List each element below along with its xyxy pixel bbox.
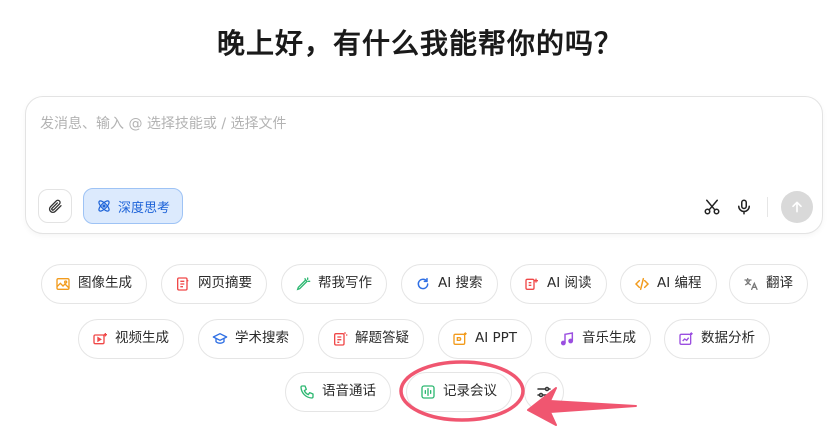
chip-label: 图像生成 (78, 275, 132, 292)
chip-ai-ppt[interactable]: AI PPT (438, 319, 533, 359)
code-icon (634, 277, 650, 291)
chip-problem-solving[interactable]: 解题答疑 (318, 319, 424, 359)
chip-academic-search[interactable]: 学术搜索 (198, 319, 304, 359)
arrow-up-icon (792, 201, 802, 213)
chip-label: 数据分析 (701, 330, 755, 347)
chip-video-generation[interactable]: 视频生成 (78, 319, 184, 359)
message-input[interactable] (38, 111, 802, 155)
chip-label: 翻译 (766, 275, 793, 292)
chart-doc-icon (679, 332, 693, 345)
send-button[interactable] (781, 191, 813, 223)
reading-icon (525, 278, 538, 290)
more-skills-button[interactable] (524, 372, 564, 412)
video-icon (93, 333, 107, 345)
attach-button[interactable] (38, 189, 72, 223)
chip-label: 语音通话 (322, 383, 376, 400)
chip-data-analysis[interactable]: 数据分析 (664, 319, 770, 359)
toolbar-divider (767, 197, 768, 217)
screenshot-button[interactable] (700, 195, 724, 219)
doc-summary-icon (177, 277, 189, 291)
graduation-cap-icon (212, 333, 228, 344)
chip-label: 视频生成 (115, 330, 169, 347)
audio-record-icon (421, 385, 435, 399)
chip-voice-call[interactable]: 语音通话 (285, 372, 391, 412)
chip-meeting-record[interactable]: 记录会议 (406, 372, 512, 412)
phone-icon (300, 385, 314, 399)
translate-icon (744, 278, 758, 290)
chip-label: 学术搜索 (235, 330, 289, 347)
microphone-icon (738, 199, 750, 215)
chip-label: AI 编程 (657, 275, 702, 292)
greeting-title: 晚上好，有什么我能帮你的吗？ (216, 27, 623, 60)
chip-music-generation[interactable]: 音乐生成 (545, 319, 651, 359)
chip-label: 解题答疑 (355, 330, 409, 347)
chip-web-summary[interactable]: 网页摘要 (161, 264, 267, 304)
chip-label: AI 阅读 (547, 275, 592, 292)
search-refresh-icon (417, 277, 429, 290)
chip-writing[interactable]: 帮我写作 (281, 264, 387, 304)
chip-label: AI PPT (475, 330, 518, 347)
message-composer: 深度思考 (25, 96, 823, 234)
deep-think-button[interactable]: 深度思考 (83, 188, 184, 224)
chip-label: 帮我写作 (318, 275, 372, 292)
image-icon (56, 278, 70, 290)
chip-label: 记录会议 (443, 383, 497, 400)
chip-label: AI 搜索 (438, 275, 483, 292)
music-note-icon (560, 332, 574, 346)
chip-image-generation[interactable]: 图像生成 (41, 264, 147, 304)
chip-ai-coding[interactable]: AI 编程 (620, 264, 717, 304)
atom-icon (98, 200, 110, 212)
chip-ai-search[interactable]: AI 搜索 (401, 264, 498, 304)
paperclip-icon (48, 199, 62, 214)
chip-label: 网页摘要 (198, 275, 252, 292)
pen-icon (296, 277, 311, 291)
chip-translate[interactable]: 翻译 (729, 264, 808, 304)
deep-think-label: 深度思考 (118, 200, 171, 216)
voice-input-button[interactable] (732, 195, 756, 219)
scissors-icon (704, 199, 720, 215)
chip-ai-reading[interactable]: AI 阅读 (510, 264, 607, 304)
sliders-icon (537, 386, 551, 398)
question-doc-icon (334, 332, 348, 346)
ppt-icon (453, 332, 467, 345)
chip-label: 音乐生成 (582, 330, 636, 347)
